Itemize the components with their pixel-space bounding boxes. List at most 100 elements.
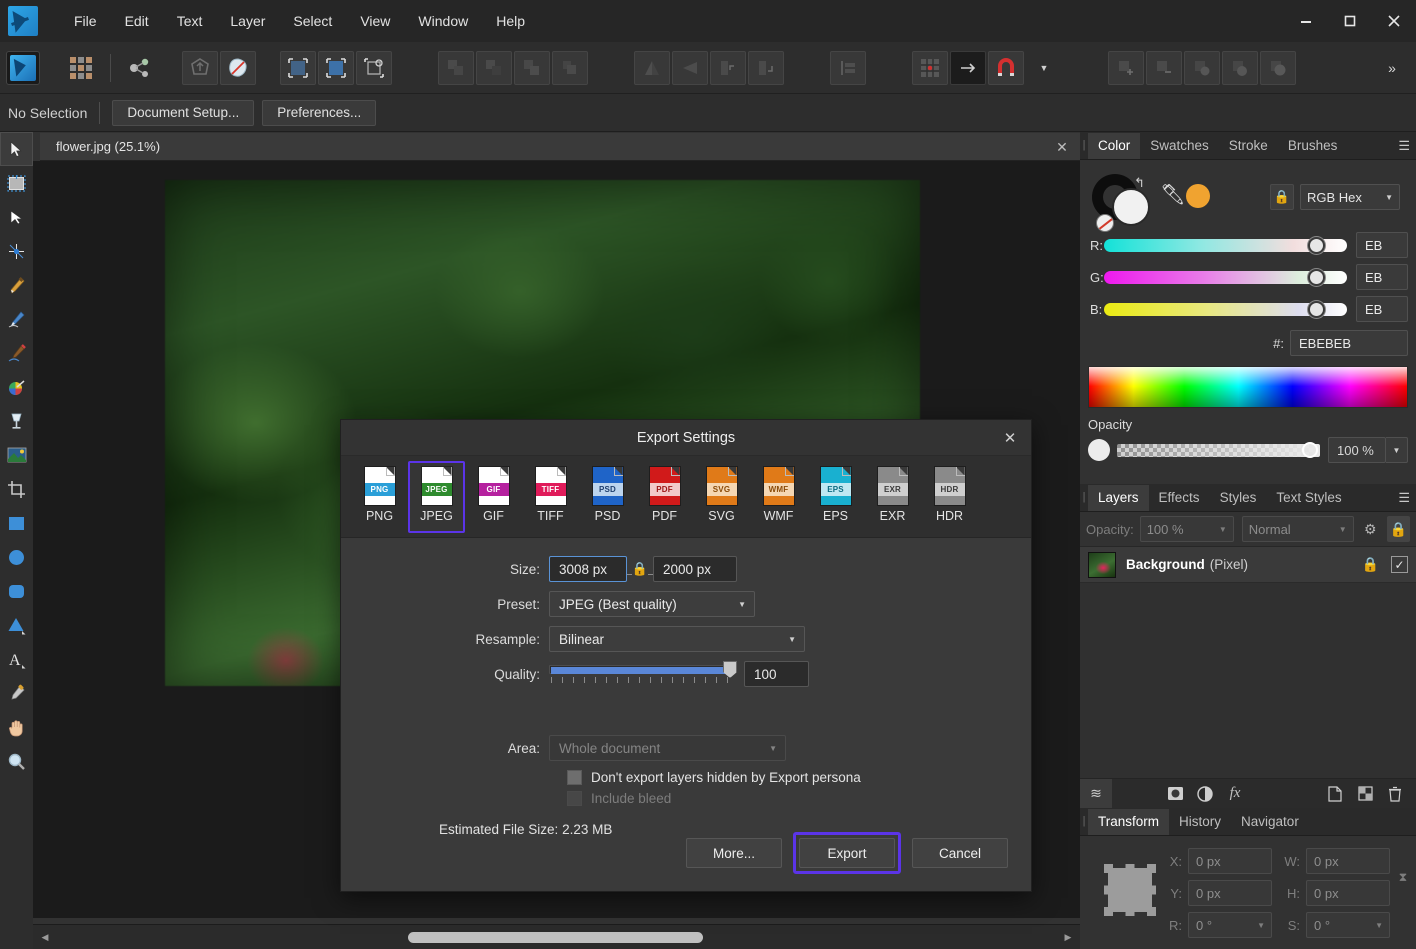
eyedropper-icon[interactable]: 🖊 (1160, 182, 1185, 207)
format-option-pdf[interactable]: PDF PDF (636, 461, 693, 533)
intersect-mask-icon[interactable] (1184, 51, 1220, 85)
table-row[interactable]: Background (Pixel) 🔒 ✓ (1080, 547, 1416, 583)
layer-visibility-checkbox[interactable]: ✓ (1391, 556, 1408, 573)
channel-value-r[interactable]: EB (1356, 232, 1408, 258)
panel-menu-icon[interactable]: ☰ (1398, 138, 1410, 154)
close-icon[interactable]: ✕ (1001, 429, 1019, 447)
maximize-button[interactable] (1328, 0, 1372, 42)
horizontal-scrollbar[interactable]: ◀ ▶ (33, 924, 1080, 949)
photo-develop-tool[interactable] (0, 438, 33, 472)
tab-stroke[interactable]: Stroke (1219, 133, 1278, 159)
size-height-input[interactable]: 2000 px (653, 556, 737, 582)
move-tool[interactable] (0, 132, 33, 166)
export-button[interactable]: Export (799, 838, 895, 868)
fill-color-swatch[interactable] (1112, 188, 1150, 226)
panel-grip-icon[interactable]: | (1080, 131, 1088, 159)
resample-select[interactable]: Bilinear ▼ (549, 626, 805, 652)
grid-snapping-icon[interactable] (912, 51, 948, 85)
opacity-stepper-icon[interactable]: ▼ (1386, 437, 1408, 463)
selection-transform-icon[interactable] (356, 51, 392, 85)
hidden-layers-checkbox-row[interactable]: Don't export layers hidden by Export per… (567, 770, 1031, 785)
rectangle-tool[interactable] (0, 506, 33, 540)
close-button[interactable] (1372, 0, 1416, 42)
artboard-tool[interactable] (0, 166, 33, 200)
menu-item-edit[interactable]: Edit (111, 8, 163, 34)
channel-knob-g[interactable] (1308, 269, 1325, 286)
menu-item-view[interactable]: View (346, 8, 404, 34)
adjustment-icon[interactable] (1190, 779, 1220, 809)
zoom-tool[interactable] (0, 744, 33, 778)
align-boolean-intersect-icon[interactable] (514, 51, 550, 85)
share-icon[interactable] (122, 51, 158, 85)
transform-input-w[interactable]: 0 px (1306, 848, 1390, 874)
lock-color-icon[interactable]: 🔒 (1270, 184, 1294, 210)
transform-input-x[interactable]: 0 px (1188, 848, 1272, 874)
rounded-rectangle-tool[interactable] (0, 574, 33, 608)
tab-brushes[interactable]: Brushes (1278, 133, 1348, 159)
tab-styles[interactable]: Styles (1210, 485, 1267, 511)
rotate-right-icon[interactable] (748, 51, 784, 85)
format-option-eps[interactable]: EPS EPS (807, 461, 864, 533)
format-option-tiff[interactable]: TIFF TIFF (522, 461, 579, 533)
divide-mask-icon[interactable] (1222, 51, 1258, 85)
paint-brush-tool[interactable] (0, 336, 33, 370)
flip-vertical-icon[interactable] (672, 51, 708, 85)
menu-item-file[interactable]: File (60, 8, 111, 34)
combine-mask-icon[interactable] (1260, 51, 1296, 85)
delete-layer-icon[interactable] (1380, 779, 1410, 809)
cancel-button[interactable]: Cancel (912, 838, 1008, 868)
link-ratio-icon[interactable]: ⧗ (1398, 870, 1408, 885)
size-width-input[interactable]: 3008 px (549, 556, 627, 582)
pen-tool[interactable] (0, 268, 33, 302)
align-boolean-add-icon[interactable] (438, 51, 474, 85)
transform-anchor-widget[interactable] (1102, 862, 1158, 918)
opacity-value[interactable]: 100 % (1328, 437, 1386, 463)
channel-knob-r[interactable] (1308, 237, 1325, 254)
crop-tool[interactable] (0, 472, 33, 506)
area-select[interactable]: Whole document ▼ (549, 735, 786, 761)
fx-icon[interactable]: fx (1220, 779, 1250, 809)
hex-input[interactable]: EBEBEB (1290, 330, 1408, 356)
export-persona-icon[interactable] (182, 51, 218, 85)
rotate-left-icon[interactable] (710, 51, 746, 85)
panel-grip-icon[interactable]: | (1080, 807, 1088, 835)
tab-color[interactable]: Color (1088, 133, 1140, 159)
new-pixel-layer-icon[interactable] (1350, 779, 1380, 809)
scroll-left-arrow-icon[interactable]: ◀ (38, 930, 52, 944)
menu-item-help[interactable]: Help (482, 8, 539, 34)
opacity-knob[interactable] (1302, 442, 1318, 458)
tab-history[interactable]: History (1169, 809, 1231, 835)
preferences-button[interactable]: Preferences... (262, 100, 376, 126)
tab-swatches[interactable]: Swatches (1140, 133, 1219, 159)
align-boolean-subtract-icon[interactable] (476, 51, 512, 85)
pixel-selection-icon[interactable] (280, 51, 316, 85)
format-option-psd[interactable]: PSD PSD (579, 461, 636, 533)
format-option-wmf[interactable]: WMF WMF (750, 461, 807, 533)
format-option-gif[interactable]: GIF GIF (465, 461, 522, 533)
format-option-svg[interactable]: SVG SVG (693, 461, 750, 533)
tab-navigator[interactable]: Navigator (1231, 809, 1309, 835)
quality-slider[interactable] (549, 661, 734, 687)
close-icon[interactable]: ✕ (1054, 139, 1070, 155)
gear-icon[interactable]: ⚙ (1359, 516, 1382, 542)
transform-input-y[interactable]: 0 px (1188, 880, 1272, 906)
scroll-right-arrow-icon[interactable]: ▶ (1061, 930, 1075, 944)
panel-menu-icon[interactable]: ☰ (1398, 490, 1410, 506)
hidden-layers-checkbox[interactable] (567, 770, 582, 785)
format-option-hdr[interactable]: HDR HDR (921, 461, 978, 533)
channel-value-b[interactable]: EB (1356, 296, 1408, 322)
color-replacement-brush-tool[interactable] (0, 370, 33, 404)
text-tool[interactable]: A (0, 642, 33, 676)
more-button[interactable]: More... (686, 838, 782, 868)
format-option-exr[interactable]: EXR EXR (864, 461, 921, 533)
menu-item-select[interactable]: Select (279, 8, 346, 34)
snap-to-object-icon[interactable] (950, 51, 986, 85)
new-layer-icon[interactable] (1320, 779, 1350, 809)
minimize-button[interactable] (1284, 0, 1328, 42)
toolbar-overflow-button[interactable]: » (1374, 51, 1410, 85)
lock-aspect-icon[interactable]: 🔒 (627, 561, 653, 577)
opacity-slider[interactable] (1117, 444, 1320, 457)
channel-slider-b[interactable] (1104, 303, 1347, 316)
mask-icon[interactable] (1160, 779, 1190, 809)
quality-value-input[interactable]: 100 (744, 661, 809, 687)
